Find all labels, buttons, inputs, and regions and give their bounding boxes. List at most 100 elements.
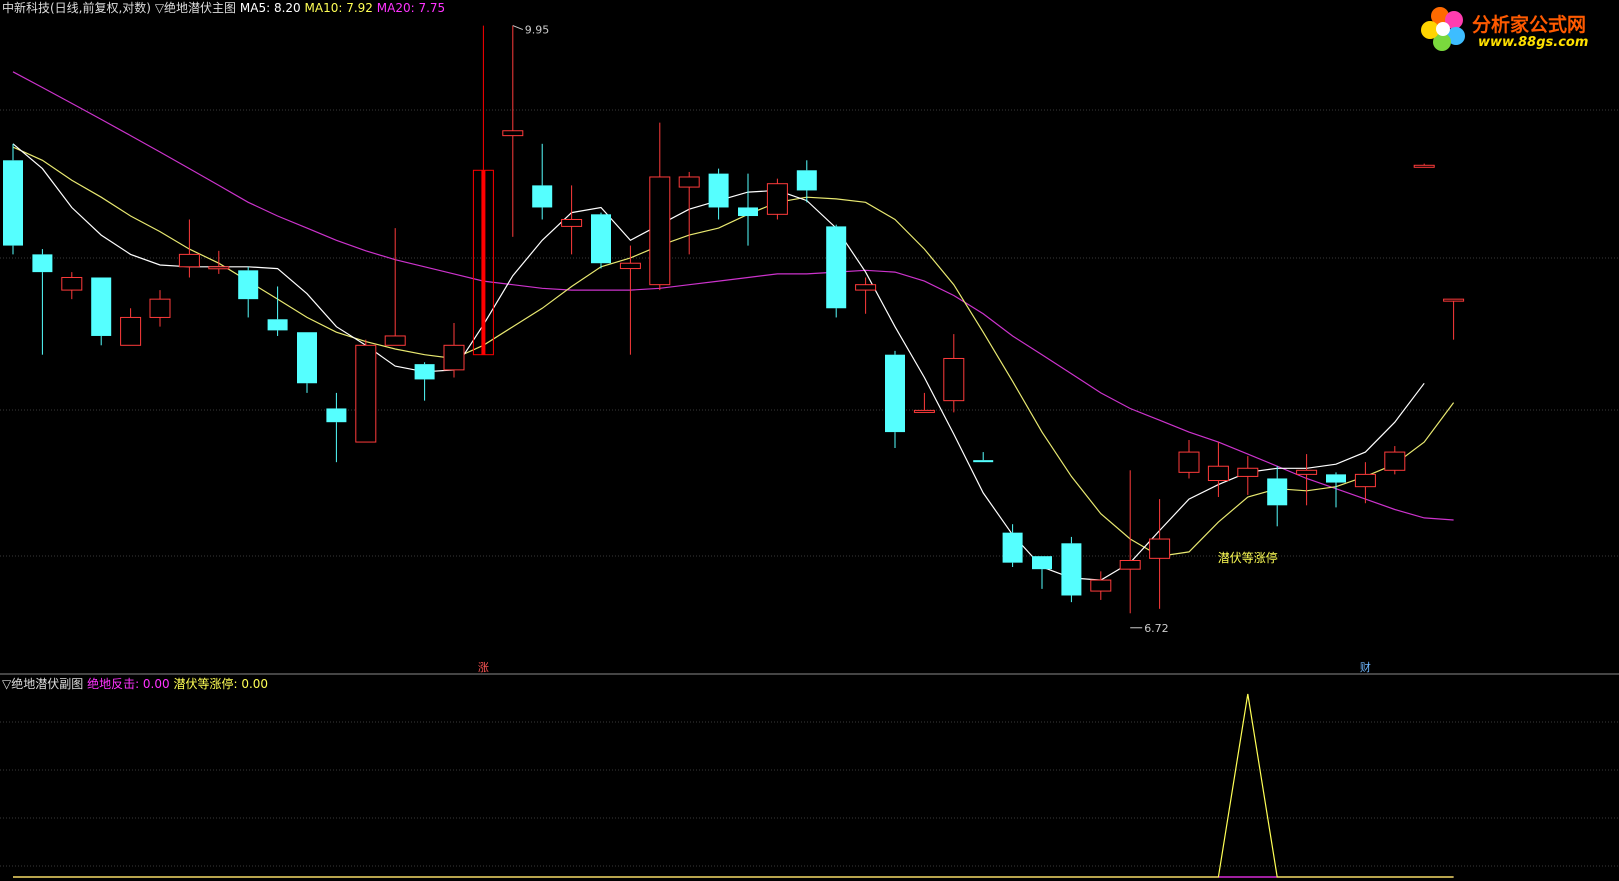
candle [1002, 524, 1023, 567]
candle [1413, 163, 1435, 168]
flower-logo-icon [1421, 7, 1465, 51]
candle [1178, 440, 1200, 479]
candle-body [855, 284, 877, 291]
candle-body [1207, 465, 1229, 482]
candle-body [1061, 543, 1082, 596]
grid-lines [0, 109, 1619, 867]
candle [326, 392, 347, 463]
candle [1149, 499, 1171, 609]
candle-body [1032, 556, 1052, 570]
candle-body [355, 344, 377, 443]
ma20-value: MA20: 7.75 [376, 1, 446, 15]
candle-body [532, 185, 553, 208]
candle-body [208, 266, 230, 270]
candle [355, 339, 377, 443]
kline-chart[interactable]: 9.95 6.72 潜伏等涨停涨 财 [0, 0, 1619, 881]
candle-body [3, 160, 23, 246]
candle [796, 160, 817, 203]
candle [1384, 446, 1406, 475]
candle [913, 392, 935, 413]
candle-body [32, 254, 53, 273]
candle [973, 452, 994, 463]
candle-body [826, 226, 847, 309]
candle [178, 219, 200, 278]
candle-body [91, 277, 112, 336]
main-header: 中新科技(日线,前复权,对数) ▽绝地潜伏主图 MA5: 8.20 MA10: … [2, 1, 445, 15]
candle-body [1002, 532, 1023, 563]
candle [649, 122, 671, 291]
candle [708, 168, 729, 220]
candle [532, 143, 553, 220]
candle-body [120, 316, 142, 346]
main-indicator-name[interactable]: ▽绝地潜伏主图 [155, 1, 236, 15]
candle-body [1443, 298, 1465, 302]
candle [855, 277, 877, 314]
candle-body [502, 130, 524, 137]
candle [885, 350, 905, 449]
site-logo: 分析家公式网 www.88gs.com [1420, 4, 1616, 54]
candle-body [326, 408, 347, 423]
candle-body [913, 409, 935, 413]
candle [472, 25, 494, 356]
candle [561, 185, 583, 255]
candle-body [1326, 474, 1346, 483]
candle [738, 173, 758, 246]
candle-body [443, 344, 465, 371]
candle-body [1149, 538, 1171, 559]
candle-body [619, 262, 641, 270]
candle [61, 272, 83, 300]
sub-indicator-name[interactable]: ▽绝地潜伏副图 [2, 677, 83, 691]
qianfu-line [13, 693, 1454, 878]
candle [1207, 442, 1229, 498]
candle [91, 277, 112, 346]
candle [1061, 536, 1082, 603]
limit-up-marker: 涨 [478, 661, 489, 674]
candle-body [1119, 559, 1141, 570]
candle [149, 290, 171, 327]
candle [384, 228, 406, 346]
candle [943, 334, 965, 413]
candle-body [649, 176, 671, 286]
candle [591, 212, 611, 269]
candle-body [1354, 473, 1376, 488]
candle [1443, 298, 1465, 340]
candle [1237, 456, 1259, 495]
candle [120, 308, 142, 346]
candle-body [885, 354, 905, 433]
candle-body [766, 183, 788, 215]
logo-name: 分析家公式网 [1472, 14, 1587, 36]
candle [1032, 556, 1052, 589]
candle-body [1237, 467, 1259, 477]
candle-body [1413, 164, 1435, 168]
candle [1267, 466, 1288, 527]
low-price-label: 6.72 [1144, 622, 1169, 635]
signal-label: 潜伏等涨停 [1218, 550, 1278, 565]
candle [502, 25, 524, 237]
high-label-pointer [512, 25, 523, 31]
logo-url: www.88gs.com [1478, 35, 1589, 50]
candle-body [1296, 469, 1318, 475]
candle-body [267, 319, 288, 331]
ma5-value: MA5: 8.20 [239, 1, 301, 15]
candle [414, 362, 435, 401]
candle-body [796, 170, 817, 191]
jiedi-fanji-value: 绝地反击: 0.00 [87, 677, 170, 691]
candle-body [973, 460, 994, 463]
sub-header: ▽绝地潜伏副图 绝地反击: 0.00 潜伏等涨停: 0.00 [2, 677, 268, 691]
candle [297, 332, 317, 393]
candle [1326, 472, 1346, 508]
candle-body [1090, 579, 1112, 592]
finance-marker: 财 [1360, 660, 1371, 674]
candle [208, 250, 230, 274]
candle-body [708, 173, 729, 208]
candle-body [238, 270, 259, 300]
candle-body [384, 335, 406, 346]
candlestick-series [3, 25, 1465, 614]
candle-body [561, 218, 583, 227]
candle-body [1267, 478, 1288, 506]
ma10-value: MA10: 7.92 [304, 1, 373, 15]
moving-average-lines [12, 71, 1455, 581]
qianfu-value: 潜伏等涨停: 0.00 [173, 677, 269, 691]
candle [1296, 454, 1318, 506]
candle-body [738, 207, 758, 217]
